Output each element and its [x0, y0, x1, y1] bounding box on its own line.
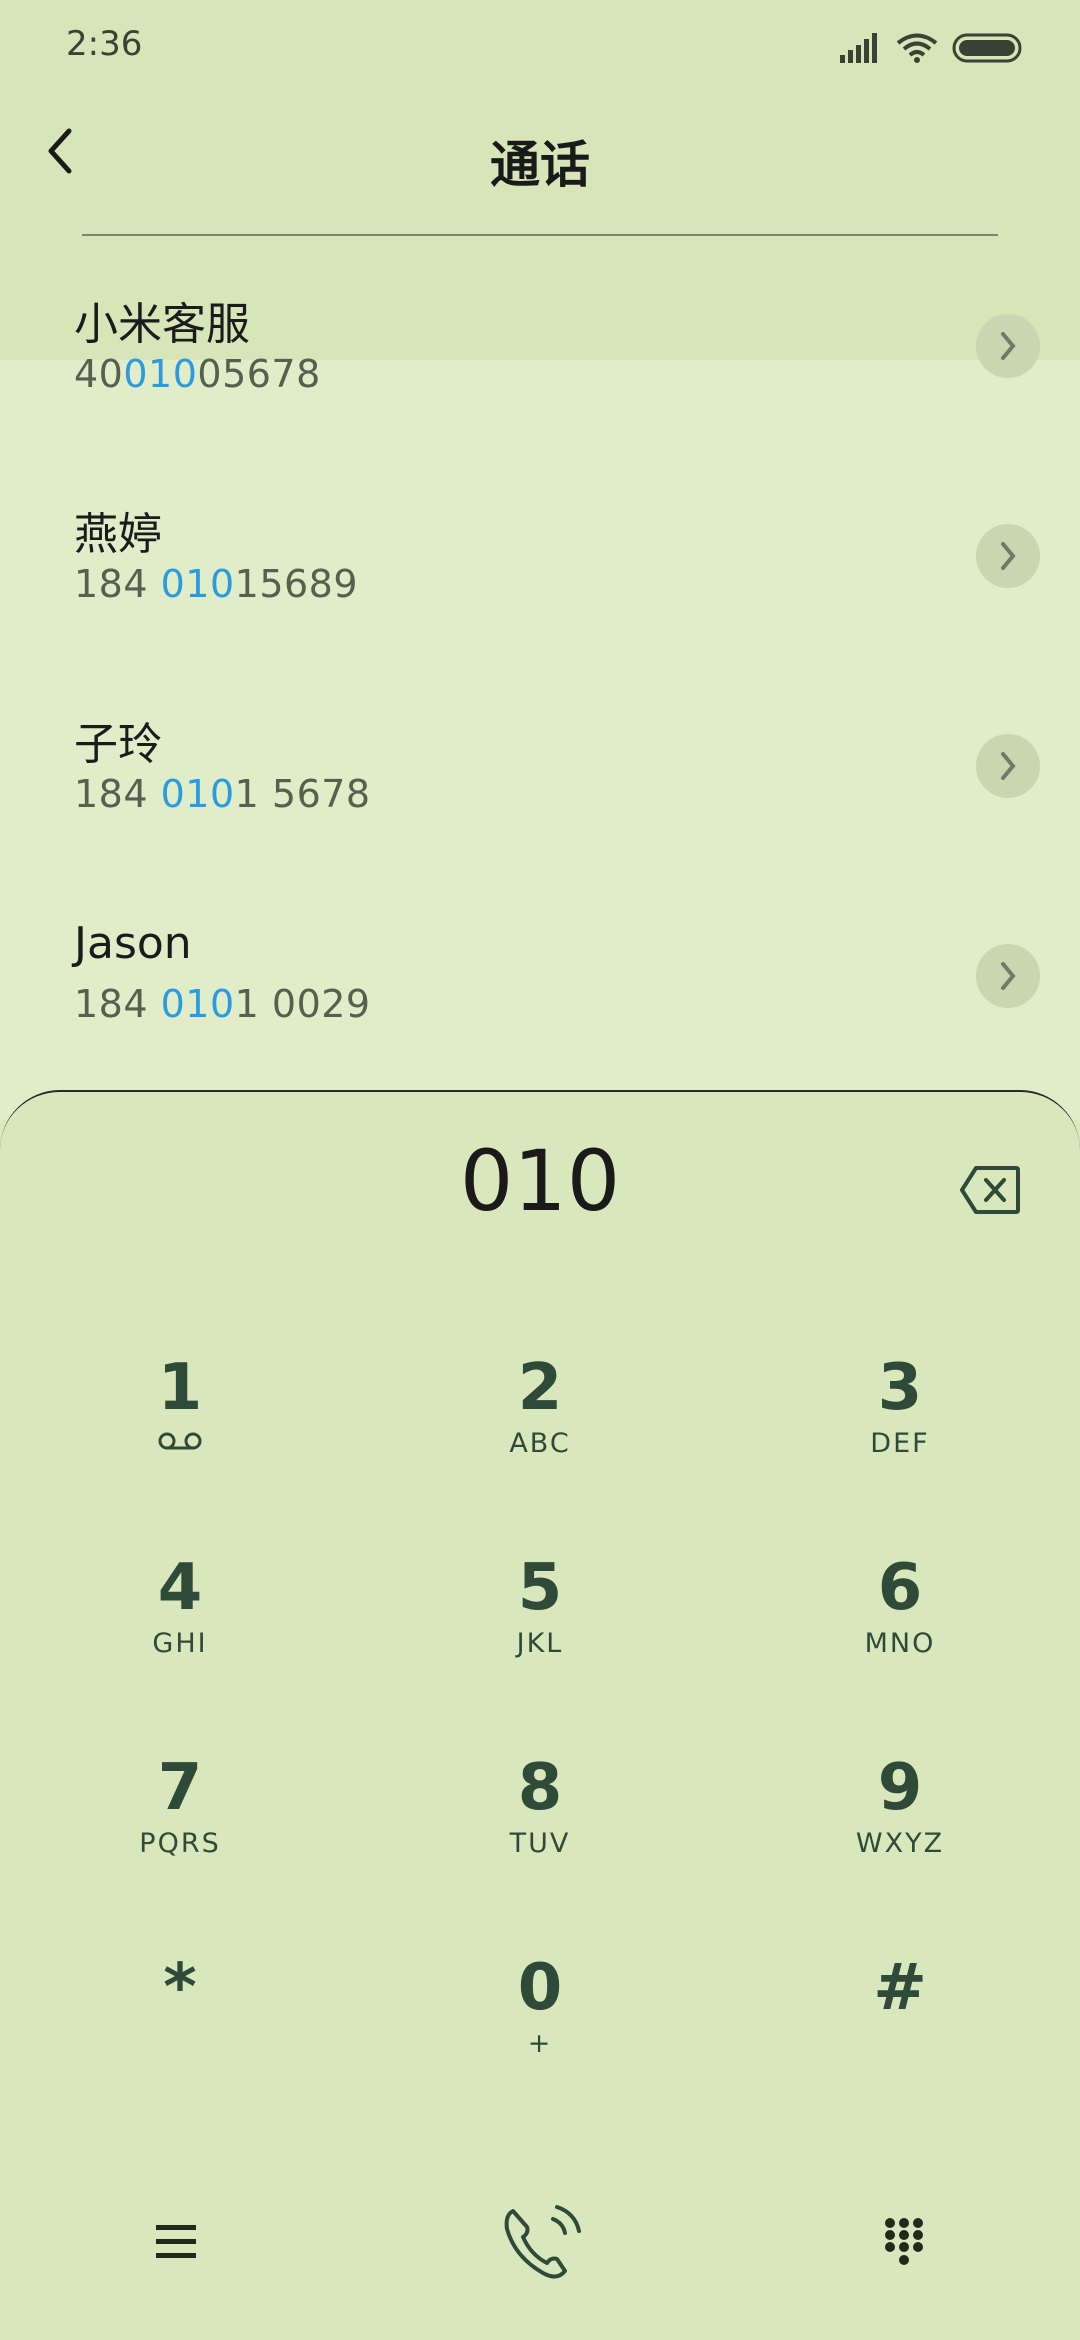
contact-detail-button[interactable] — [976, 314, 1040, 378]
status-time: 2:36 — [66, 24, 143, 64]
key-8[interactable]: 8 TUV — [360, 1732, 720, 1932]
menu-button[interactable] — [116, 2182, 236, 2302]
backspace-button[interactable] — [958, 1162, 1022, 1218]
key-digit: 9 — [877, 1751, 923, 1825]
contact-item[interactable]: 小米客服 4001005678 — [0, 270, 1080, 480]
number-match-highlight: 010 — [160, 982, 235, 1026]
key-digit: 2 — [517, 1351, 563, 1425]
header-divider — [82, 234, 998, 236]
contact-detail-button[interactable] — [976, 524, 1040, 588]
battery-icon — [952, 33, 1022, 63]
key-letters: MNO — [864, 1628, 936, 1659]
key-hash[interactable]: # — [720, 1932, 1080, 2132]
dialer-panel: 010 1 2 ABC 3 DEF 4 GHI 5 JKL 6 MNO 7 PQ… — [0, 1090, 1080, 2340]
number-match-highlight: 010 — [160, 772, 235, 816]
key-digit: 4 — [157, 1551, 203, 1625]
key-7[interactable]: 7 PQRS — [0, 1732, 360, 1932]
chevron-right-icon — [1001, 962, 1016, 990]
menu-icon — [156, 2225, 196, 2258]
contact-number: 184 0101 5678 — [74, 772, 371, 816]
key-digit: 5 — [517, 1551, 563, 1625]
contact-name: Jason — [74, 918, 192, 969]
key-letters: PQRS — [139, 1828, 221, 1859]
header: 通话 — [0, 95, 1080, 235]
key-digit: 7 — [157, 1751, 203, 1825]
key-2[interactable]: 2 ABC — [360, 1332, 720, 1532]
key-digit: * — [163, 1951, 197, 2025]
keypad: 1 2 ABC 3 DEF 4 GHI 5 JKL 6 MNO 7 PQRS 8… — [0, 1332, 1080, 2132]
key-6[interactable]: 6 MNO — [720, 1532, 1080, 1732]
chevron-right-icon — [1001, 542, 1016, 570]
key-star[interactable]: * — [0, 1932, 360, 2132]
dialpad-icon — [885, 2218, 923, 2265]
key-5[interactable]: 5 JKL — [360, 1532, 720, 1732]
key-digit: # — [873, 1951, 927, 2025]
call-icon — [504, 2205, 581, 2279]
key-digit: 8 — [517, 1751, 563, 1825]
key-1[interactable]: 1 — [0, 1332, 360, 1532]
contact-item[interactable]: Jason 184 0101 0029 — [0, 900, 1080, 1110]
call-button[interactable] — [480, 2182, 600, 2302]
contact-list: 小米客服 4001005678 燕婷 184 01015689 子玲 184 0… — [0, 270, 1080, 1110]
contact-item[interactable]: 燕婷 184 01015689 — [0, 480, 1080, 690]
contact-number: 4001005678 — [74, 352, 321, 396]
contact-name: 子玲 — [74, 719, 162, 770]
status-icons — [840, 30, 1024, 66]
contact-name: 小米客服 — [74, 299, 250, 350]
wifi-icon — [896, 33, 938, 63]
key-9[interactable]: 9 WXYZ — [720, 1732, 1080, 1932]
dialed-number: 010 — [459, 1132, 621, 1230]
contact-detail-button[interactable] — [976, 734, 1040, 798]
key-letters: TUV — [509, 1828, 571, 1859]
key-digit: 3 — [877, 1351, 923, 1425]
key-letters: JKL — [516, 1628, 564, 1659]
contact-number: 184 0101 0029 — [74, 982, 371, 1026]
key-letters: GHI — [152, 1628, 208, 1659]
contact-item[interactable]: 子玲 184 0101 5678 — [0, 690, 1080, 900]
signal-icon — [840, 33, 877, 63]
key-letters: ABC — [509, 1428, 571, 1459]
chevron-right-icon — [1001, 332, 1016, 360]
key-digit: 0 — [517, 1951, 563, 2025]
bottom-action-bar — [0, 2182, 1080, 2302]
key-digit: 1 — [157, 1351, 203, 1425]
number-match-highlight: 010 — [160, 562, 235, 606]
key-0[interactable]: 0 + — [360, 1932, 720, 2132]
key-3[interactable]: 3 DEF — [720, 1332, 1080, 1532]
key-letters: + — [527, 2028, 553, 2059]
contact-detail-button[interactable] — [976, 944, 1040, 1008]
page-title: 通话 — [490, 136, 590, 194]
key-4[interactable]: 4 GHI — [0, 1532, 360, 1732]
status-bar: 2:36 — [0, 0, 1080, 95]
chevron-right-icon — [1001, 752, 1016, 780]
dialpad-toggle-button[interactable] — [844, 2182, 964, 2302]
key-digit: 6 — [877, 1551, 923, 1625]
contact-name: 燕婷 — [74, 509, 162, 560]
key-letters: WXYZ — [855, 1828, 945, 1859]
key-letters: DEF — [870, 1428, 930, 1459]
contact-number: 184 01015689 — [74, 562, 359, 606]
backspace-icon — [960, 1166, 1020, 1214]
number-match-highlight: 010 — [123, 352, 198, 396]
voicemail-icon — [158, 1432, 202, 1450]
